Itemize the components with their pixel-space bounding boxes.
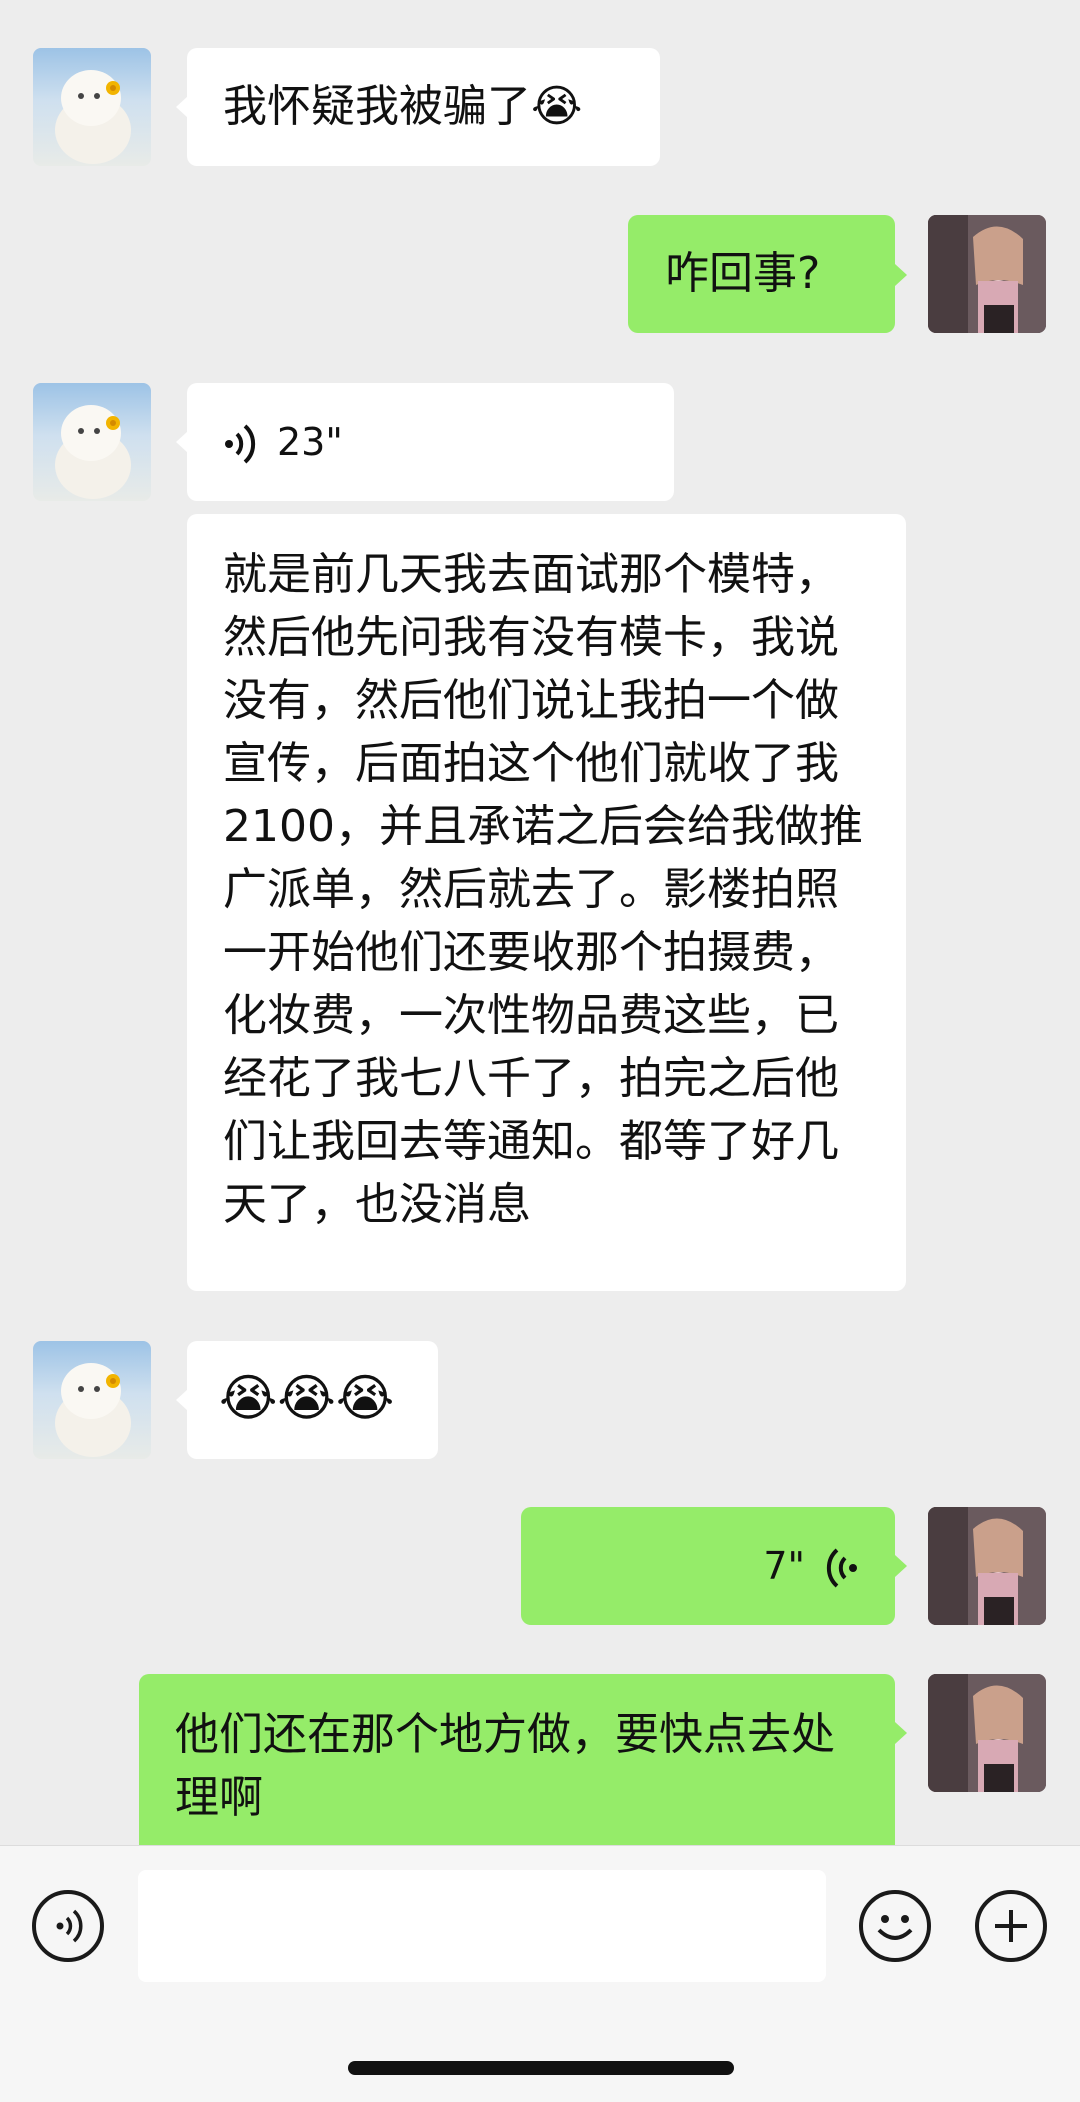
- message-text: 咋回事?: [665, 248, 821, 299]
- plus-icon[interactable]: [975, 1890, 1047, 1962]
- voice-duration: 7": [763, 1543, 805, 1588]
- voice-message-bubble[interactable]: 7": [521, 1507, 895, 1625]
- voice-message-bubble[interactable]: 23": [187, 383, 674, 501]
- message-bubble[interactable]: 咋回事?: [628, 215, 895, 333]
- contact-avatar[interactable]: [33, 1341, 151, 1459]
- home-indicator: [348, 2061, 734, 2075]
- chat-area[interactable]: 我怀疑我被骗了😭 咋回事? 23" 就是前几天我去面试那个模特，然后他先问我有没…: [0, 0, 1080, 1845]
- contact-avatar[interactable]: [33, 48, 151, 166]
- my-avatar[interactable]: [928, 215, 1046, 333]
- message-bubble[interactable]: 😭😭😭: [187, 1341, 438, 1459]
- voice-input-icon[interactable]: [32, 1890, 104, 1962]
- my-avatar[interactable]: [928, 1674, 1046, 1792]
- message-bubble[interactable]: 我怀疑我被骗了😭: [187, 48, 660, 166]
- message-text: 他们还在那个地方做，要快点去处理啊: [175, 1709, 835, 1823]
- voice-duration: 23": [277, 419, 343, 464]
- contact-avatar[interactable]: [33, 383, 151, 501]
- message-input[interactable]: [138, 1870, 826, 1982]
- message-text: 我怀疑我被骗了😭: [223, 81, 583, 132]
- voice-wave-icon: [823, 1544, 859, 1588]
- emoji-icon[interactable]: [859, 1890, 931, 1962]
- message-bubble[interactable]: 他们还在那个地方做，要快点去处理啊: [139, 1674, 895, 1845]
- emoji-text: 😭😭😭: [219, 1369, 395, 1427]
- my-avatar[interactable]: [928, 1507, 1046, 1625]
- voice-wave-icon: [223, 420, 259, 464]
- message-text: 就是前几天我去面试那个模特，然后他先问我有没有模卡，我说没有，然后他们说让我拍一…: [223, 549, 863, 1230]
- message-bubble[interactable]: 就是前几天我去面试那个模特，然后他先问我有没有模卡，我说没有，然后他们说让我拍一…: [187, 514, 906, 1291]
